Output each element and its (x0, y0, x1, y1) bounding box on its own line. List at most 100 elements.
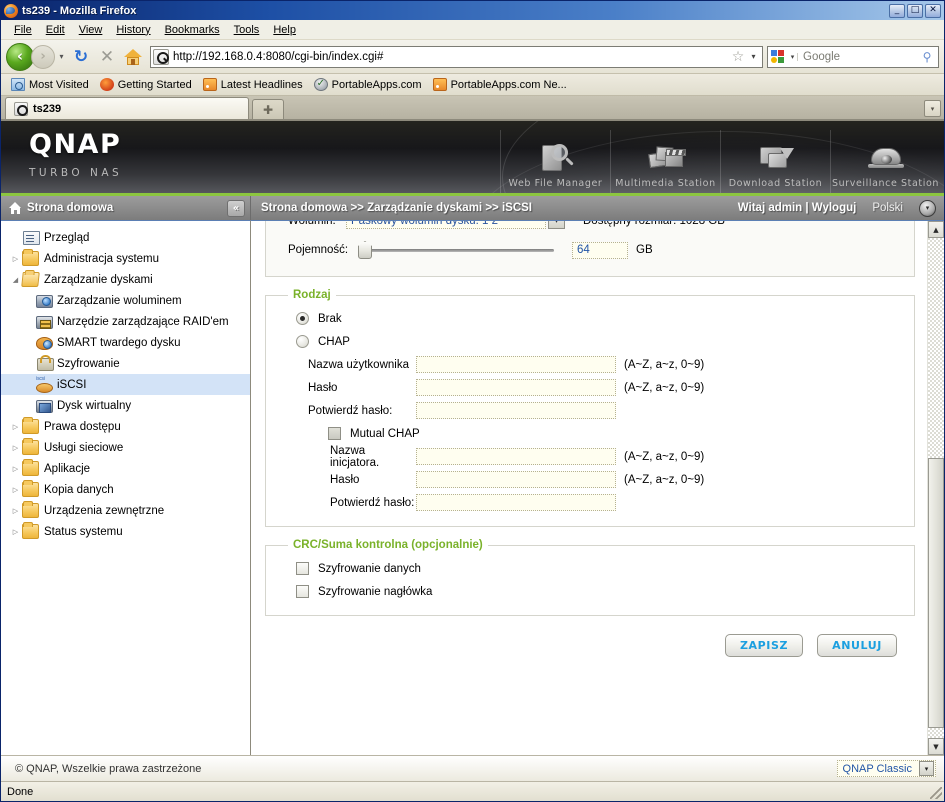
sidebar-item-raid-management[interactable]: Narzędzie zarządzające RAID'em (1, 311, 250, 332)
capacity-slider[interactable] (358, 241, 554, 259)
sidebar-item-disk-management[interactable]: ◢ Zarządzanie dyskami (1, 269, 250, 290)
chevron-down-icon[interactable]: ▾ (747, 52, 760, 61)
minimize-button[interactable]: _ (889, 3, 905, 18)
bookmark-most-visited[interactable]: Most Visited (7, 77, 93, 92)
new-tab-button[interactable]: ✚ (252, 99, 284, 119)
scroll-up-button[interactable]: ▲ (928, 221, 944, 238)
slider-track (368, 249, 554, 252)
address-bar[interactable]: http://192.168.0.4:8080/cgi-bin/index.cg… (150, 45, 763, 68)
mutual-password-input[interactable] (416, 471, 616, 488)
sidebar-item-applications[interactable]: ▷ Aplikacje (1, 458, 250, 479)
language-label[interactable]: Polski (872, 202, 903, 214)
chevron-down-icon[interactable]: ▾ (919, 199, 936, 217)
forward-button[interactable]: › (31, 44, 55, 69)
bookmark-portableapps[interactable]: PortableApps.com (310, 77, 426, 92)
sidebar-header[interactable]: Strona domowa « (1, 196, 251, 220)
bookmark-label: PortableApps.com Ne... (450, 78, 567, 91)
stop-icon[interactable]: ✕ (94, 44, 120, 70)
mutual-confirm-input[interactable] (416, 494, 616, 511)
station-web-file-manager[interactable]: Web File Manager (500, 130, 610, 193)
menu-file[interactable]: File (7, 22, 39, 38)
menu-view[interactable]: View (72, 22, 110, 38)
search-input[interactable]: Google (798, 51, 918, 63)
data-digest-row[interactable]: Szyfrowanie danych (276, 557, 904, 580)
tree-twisty[interactable]: ▷ (9, 423, 22, 431)
checkbox-mutual-chap[interactable] (328, 427, 341, 440)
url-input[interactable]: http://192.168.0.4:8080/cgi-bin/index.cg… (173, 51, 729, 63)
resize-grip[interactable] (930, 787, 942, 799)
confirm-password-input[interactable] (416, 402, 616, 419)
menu-history[interactable]: History (109, 22, 157, 38)
chevron-down-icon[interactable]: ▾ (788, 52, 798, 61)
google-icon[interactable] (770, 49, 786, 64)
menu-help[interactable]: Help (266, 22, 303, 38)
theme-select[interactable]: QNAP Classic ▾ (836, 760, 936, 777)
tree-twisty[interactable]: ▷ (9, 465, 22, 473)
maximize-button[interactable]: □ (907, 3, 923, 18)
sidebar-item-overview[interactable]: Przegląd (1, 227, 250, 248)
sidebar-item-backup[interactable]: ▷ Kopia danych (1, 479, 250, 500)
station-multimedia[interactable]: Multimedia Station (610, 130, 720, 193)
scrollbar-thumb[interactable] (928, 458, 944, 728)
initiator-input[interactable] (416, 448, 616, 465)
tree-twisty[interactable]: ▷ (9, 444, 22, 452)
sidebar-item-virtual-disk[interactable]: Dysk wirtualny (1, 395, 250, 416)
chevron-down-icon[interactable]: ▾ (55, 52, 68, 61)
tree-twisty-expanded[interactable]: ◢ (9, 276, 22, 284)
sidebar-item-system-status[interactable]: ▷ Status systemu (1, 521, 250, 542)
sidebar-item-encryption[interactable]: Szyfrowanie (1, 353, 250, 374)
scrollbar-track[interactable] (928, 238, 944, 738)
sidebar-item-access-rights[interactable]: ▷ Prawa dostępu (1, 416, 250, 437)
back-button[interactable]: ‹ (6, 42, 34, 71)
username-input[interactable] (416, 356, 616, 373)
body-row: Przegląd ▷ Administracja systemu ◢ Zarzą… (1, 220, 944, 755)
password-input[interactable] (416, 379, 616, 396)
tab-ts239[interactable]: ts239 (5, 97, 249, 119)
menu-edit[interactable]: Edit (39, 22, 72, 38)
collapse-sidebar-button[interactable]: « (227, 199, 245, 217)
cancel-button[interactable]: ANULUJ (817, 634, 897, 657)
menu-bookmarks[interactable]: Bookmarks (158, 22, 227, 38)
search-icon[interactable]: ⚲ (918, 50, 936, 64)
reload-icon[interactable]: ↻ (68, 44, 94, 70)
chevron-down-icon[interactable]: ▾ (548, 221, 565, 229)
mutual-chap-row[interactable]: Mutual CHAP (276, 422, 904, 445)
capacity-input[interactable]: 64 (572, 241, 628, 259)
sidebar-item-smart[interactable]: SMART twardego dysku (1, 332, 250, 353)
bookmark-star-icon[interactable]: ☆ (729, 50, 747, 64)
bookmark-getting-started[interactable]: Getting Started (96, 77, 196, 92)
tree-twisty[interactable]: ▷ (9, 255, 22, 263)
bookmark-portableapps-news[interactable]: PortableApps.com Ne... (429, 77, 571, 92)
checkbox-data-digest[interactable] (296, 562, 309, 575)
checkbox-header-digest[interactable] (296, 585, 309, 598)
sidebar-item-iscsi[interactable]: iSCSI (1, 374, 250, 395)
home-icon[interactable] (120, 44, 146, 70)
radio-row-none[interactable]: Brak (276, 307, 904, 330)
chevron-down-icon[interactable]: ▾ (919, 761, 934, 776)
station-surveillance[interactable]: Surveillance Station (830, 130, 940, 193)
radio-none[interactable] (296, 312, 309, 325)
bookmark-latest-headlines[interactable]: Latest Headlines (199, 77, 307, 92)
tree-twisty[interactable]: ▷ (9, 528, 22, 536)
sidebar-item-external-devices[interactable]: ▷ Urządzenia zewnętrzne (1, 500, 250, 521)
sidebar-item-network-services[interactable]: ▷ Usługi sieciowe (1, 437, 250, 458)
close-button[interactable]: ✕ (925, 3, 941, 18)
greeting-logout[interactable]: Witaj admin | Wyloguj (738, 202, 857, 214)
sidebar-item-system-administration[interactable]: ▷ Administracja systemu (1, 248, 250, 269)
site-identity-icon[interactable] (153, 48, 169, 65)
tab-list-button[interactable]: ▾ (924, 100, 941, 117)
radio-row-chap[interactable]: CHAP (276, 330, 904, 353)
save-button[interactable]: ZAPISZ (724, 634, 804, 657)
station-download[interactable]: Download Station (720, 130, 830, 193)
tree-twisty[interactable]: ▷ (9, 507, 22, 515)
sidebar-item-volume-management[interactable]: Zarządzanie woluminem (1, 290, 250, 311)
scroll-down-button[interactable]: ▼ (928, 738, 944, 755)
content-scrollbar[interactable]: ▲ ▼ (927, 221, 944, 755)
volume-select[interactable]: Paskowy wolumin dysku: 1 2 (346, 221, 546, 229)
radio-chap[interactable] (296, 335, 309, 348)
menu-tools[interactable]: Tools (227, 22, 267, 38)
search-bar[interactable]: ▾ Google ⚲ (767, 45, 939, 68)
tree-twisty[interactable]: ▷ (9, 486, 22, 494)
slider-thumb[interactable] (358, 241, 372, 259)
header-digest-row[interactable]: Szyfrowanie nagłówka (276, 580, 904, 603)
